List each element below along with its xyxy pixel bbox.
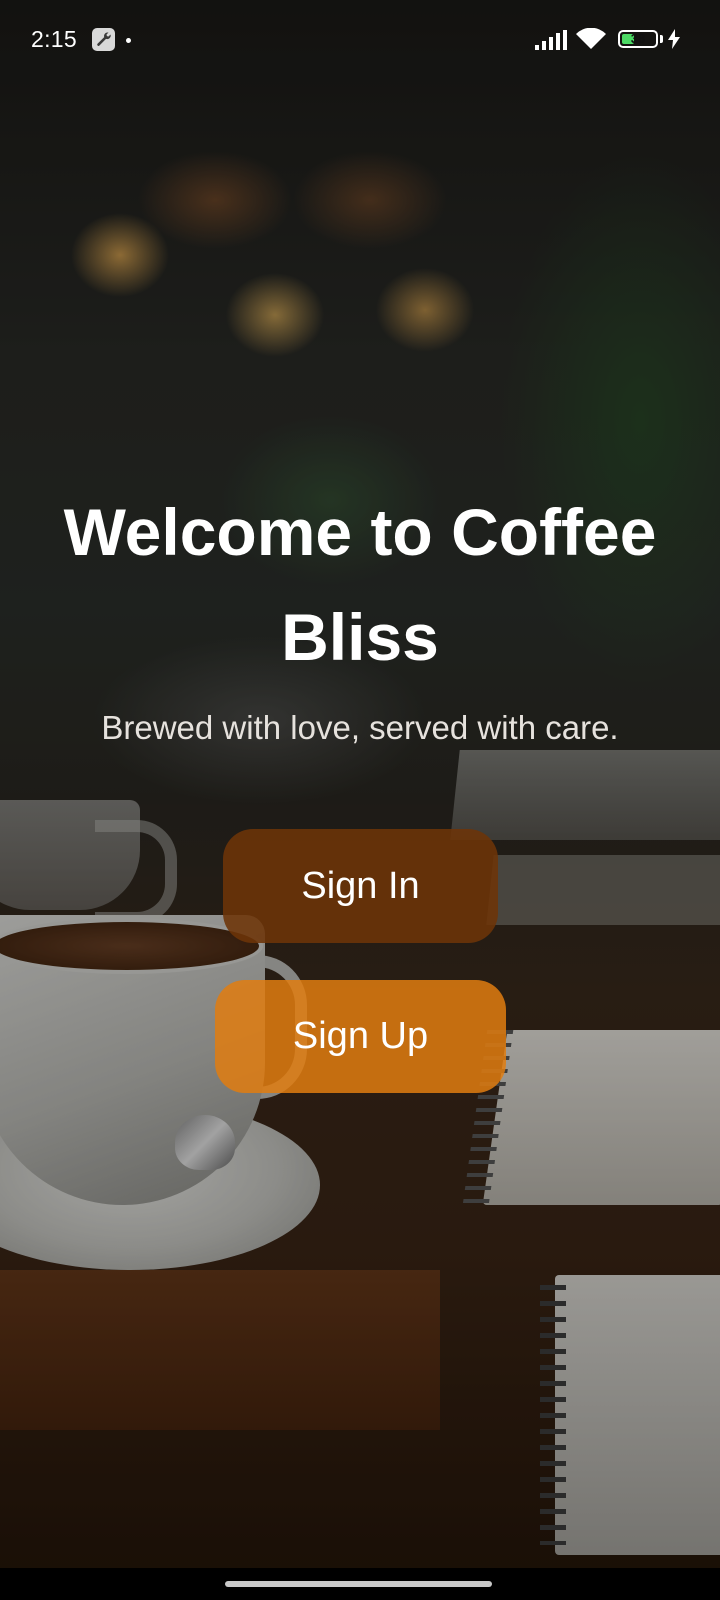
wrench-icon [92, 28, 115, 51]
status-bar: 2:15 38 [0, 0, 720, 62]
welcome-title: Welcome to Coffee Bliss [63, 495, 657, 674]
status-time: 2:15 [31, 26, 77, 52]
home-indicator[interactable] [225, 1581, 492, 1587]
sign-up-button[interactable]: Sign Up [215, 980, 506, 1093]
signal-icon [535, 30, 567, 50]
wifi-icon [576, 28, 606, 49]
battery-icon: 38 [618, 30, 658, 48]
welcome-screen: 2:15 38 Welcome to Coffee Bliss Brewed w… [0, 0, 720, 1600]
charging-bolt-icon [668, 29, 680, 49]
sign-in-button[interactable]: Sign In [223, 829, 498, 943]
welcome-subtitle: Brewed with love, served with care. [101, 709, 619, 746]
background-dim-overlay [0, 0, 720, 1600]
battery-tip [660, 35, 663, 43]
dot-icon [126, 38, 131, 43]
battery-level: 38 [630, 31, 646, 46]
